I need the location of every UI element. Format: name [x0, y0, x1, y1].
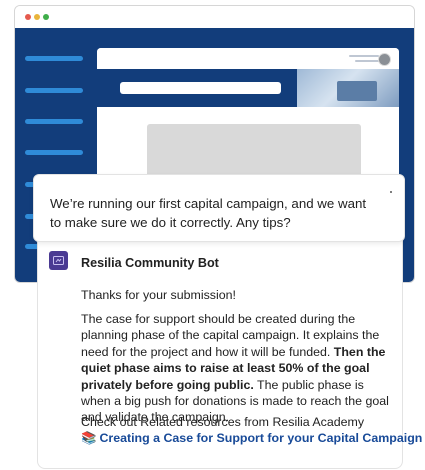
question-text: We’re running our first capital campaign…: [50, 196, 367, 230]
bot-advice-message: The case for support should be created d…: [81, 311, 393, 426]
banner-title-placeholder: [120, 82, 281, 94]
bot-thanks-message: Thanks for your submission!: [81, 288, 236, 302]
window-titlebar: [15, 6, 414, 28]
bot-name: Resilia Community Bot: [81, 256, 219, 270]
sidebar-item[interactable]: [25, 150, 83, 155]
topbar-placeholder-line: [349, 55, 379, 57]
sidebar-item[interactable]: [25, 56, 83, 61]
topbar-placeholder-line: [355, 60, 379, 62]
panel-banner: [97, 69, 399, 107]
resources-intro: Check out Related resources from Resilia…: [81, 415, 365, 429]
resource-link-text[interactable]: Creating a Case for Support for your Cap…: [99, 431, 422, 445]
book-stack-icon: 📚: [81, 431, 97, 445]
close-window-dot[interactable]: [25, 14, 31, 20]
laptop-illustration: [337, 81, 377, 101]
sidebar-item[interactable]: [25, 88, 83, 93]
maximize-window-dot[interactable]: [43, 14, 49, 20]
sidebar-item[interactable]: [25, 119, 83, 124]
question-card: We’re running our first capital campaign…: [33, 174, 405, 242]
banner-image: [297, 69, 399, 107]
menu-dot-icon[interactable]: [390, 191, 392, 193]
bot-avatar-icon: [49, 251, 68, 270]
user-avatar[interactable]: [378, 53, 391, 66]
panel-topbar: [97, 48, 399, 69]
minimize-window-dot[interactable]: [34, 14, 40, 20]
resource-link[interactable]: 📚 Creating a Case for Support for your Ca…: [81, 430, 422, 446]
